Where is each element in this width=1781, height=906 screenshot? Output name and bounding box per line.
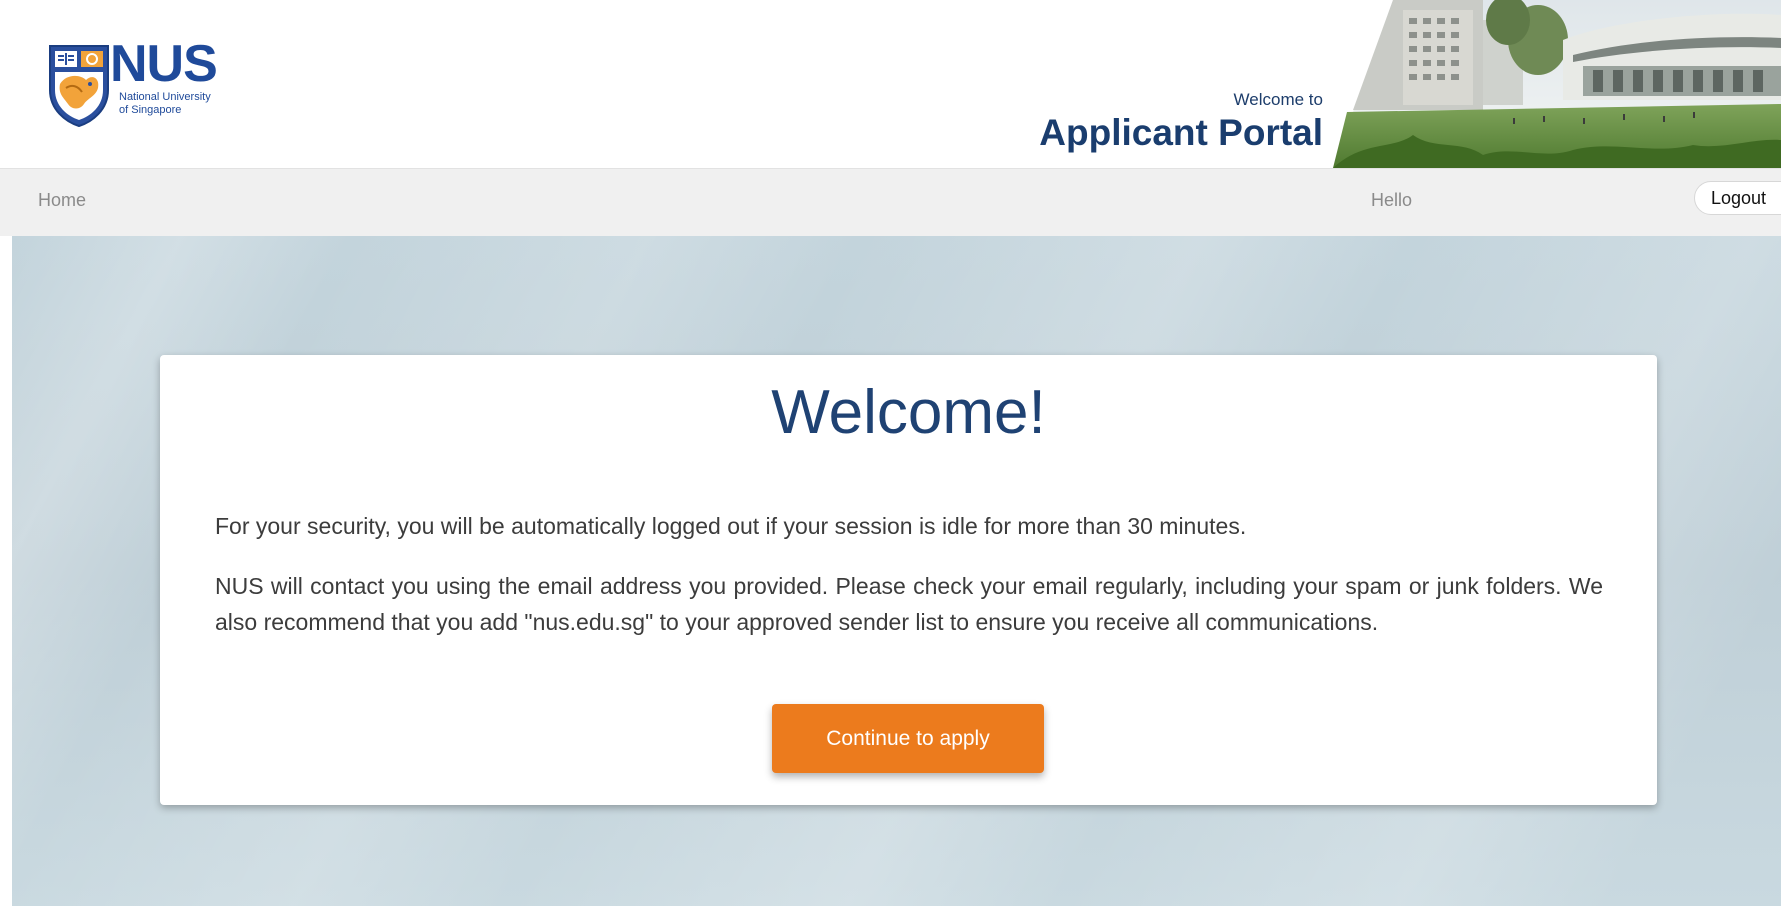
welcome-to-label: Welcome to [1233, 90, 1323, 109]
logo-subline-2: of Singapore [119, 104, 182, 116]
security-notice-text: For your security, you will be automatic… [215, 513, 1247, 539]
user-greeting: Hello [1371, 190, 1413, 210]
campus-photo-icon [1333, 0, 1781, 168]
site-header: NUS National University of Singapore Wel… [0, 0, 1781, 168]
logout-button[interactable]: Logout [1694, 181, 1781, 215]
portal-title: Applicant Portal [1039, 112, 1323, 153]
campus-banner-image [1333, 0, 1781, 168]
nav-home-link[interactable]: Home [38, 190, 86, 211]
nus-crest-icon [49, 45, 109, 128]
logo-wordmark: NUS [110, 35, 218, 93]
continue-to-apply-button[interactable]: Continue to apply [772, 704, 1044, 773]
welcome-card: Welcome! For your security, you will be … [160, 355, 1657, 805]
logo-subline-1: National University [119, 91, 211, 103]
top-nav-bar: Home Hello Logout [0, 168, 1781, 236]
nus-logo[interactable]: NUS National University of Singapore [46, 38, 236, 132]
main-content: Welcome! For your security, you will be … [12, 236, 1781, 906]
welcome-title: Welcome! [771, 378, 1046, 447]
email-notice-text: NUS will contact you using the email add… [215, 573, 1603, 635]
